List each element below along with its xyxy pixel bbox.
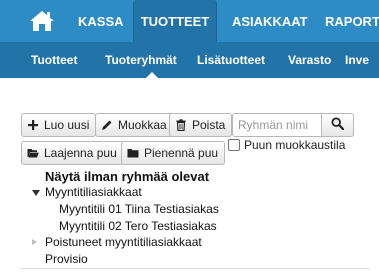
tab-asiakkaat[interactable]: ASIAKKAAT xyxy=(232,0,308,42)
folder-open-icon xyxy=(27,147,39,159)
top-navigation: KASSA TUOTTEET ASIAKKAAT RAPORTO xyxy=(0,0,379,42)
tree-node-provisio[interactable]: Provisio xyxy=(45,252,88,266)
edit-button[interactable]: Muokkaa xyxy=(95,113,174,137)
tab-kassa[interactable]: KASSA xyxy=(78,0,124,42)
tree-edit-mode-toggle[interactable]: Puun muokkaustila xyxy=(228,138,345,152)
subnav-tuoteryhmat[interactable]: Tuoteryhmät xyxy=(105,42,177,78)
collapse-tree-label: Pienennä puu xyxy=(144,146,219,160)
tree-edit-mode-label: Puun muokkaustila xyxy=(244,138,346,152)
home-button[interactable] xyxy=(24,8,60,36)
tab-raportit[interactable]: RAPORTO xyxy=(325,0,379,42)
new-button-label: Luo uusi xyxy=(44,118,90,132)
tree-edit-mode-checkbox[interactable] xyxy=(228,139,240,151)
trash-icon xyxy=(175,119,187,131)
sub-navigation: Tuotteet Tuoteryhmät Lisätuotteet Varast… xyxy=(0,42,379,78)
divider xyxy=(20,268,370,269)
home-icon xyxy=(29,9,55,36)
expand-tree-button[interactable]: Laajenna puu xyxy=(21,141,124,165)
subnav-varasto[interactable]: Varasto xyxy=(288,42,331,78)
delete-button[interactable]: Poista xyxy=(169,113,233,137)
group-search-input[interactable] xyxy=(232,113,322,137)
show-ungrouped-item[interactable]: Näytä ilman ryhmää olevat xyxy=(45,169,209,184)
tree-node-poistuneet[interactable]: Poistuneet myyntitiliasiakkaat xyxy=(45,235,202,249)
folder-icon xyxy=(127,147,139,159)
edit-button-label: Muokkaa xyxy=(118,118,167,132)
tree-node-myyntitiliasiakkaat[interactable]: Myyntitiliasiakkaat xyxy=(45,185,142,199)
subnav-lisatuotteet[interactable]: Lisätuotteet xyxy=(197,42,265,78)
search-icon xyxy=(331,117,345,133)
subnav-inventaario[interactable]: Inve xyxy=(345,42,369,78)
search-button[interactable] xyxy=(322,113,354,137)
plus-icon xyxy=(27,119,39,131)
collapse-tree-button[interactable]: Pienennä puu xyxy=(121,141,226,165)
subnav-tuotteet[interactable]: Tuotteet xyxy=(31,42,77,78)
expand-tree-label: Laajenna puu xyxy=(44,146,117,160)
new-button[interactable]: Luo uusi xyxy=(21,113,97,137)
collapsed-arrow-icon[interactable] xyxy=(32,239,37,245)
tree-node-myyntitili-02[interactable]: Myyntitili 02 Tero Testiasiakas xyxy=(59,219,217,233)
expanded-arrow-icon[interactable] xyxy=(32,190,40,196)
tree-node-myyntitili-01[interactable]: Myyntitili 01 Tiina Testiasiakas xyxy=(59,202,219,216)
pencil-icon xyxy=(101,119,113,131)
tab-tuotteet[interactable]: TUOTTEET xyxy=(133,0,217,42)
delete-button-label: Poista xyxy=(192,118,226,132)
active-indicator xyxy=(146,72,158,78)
